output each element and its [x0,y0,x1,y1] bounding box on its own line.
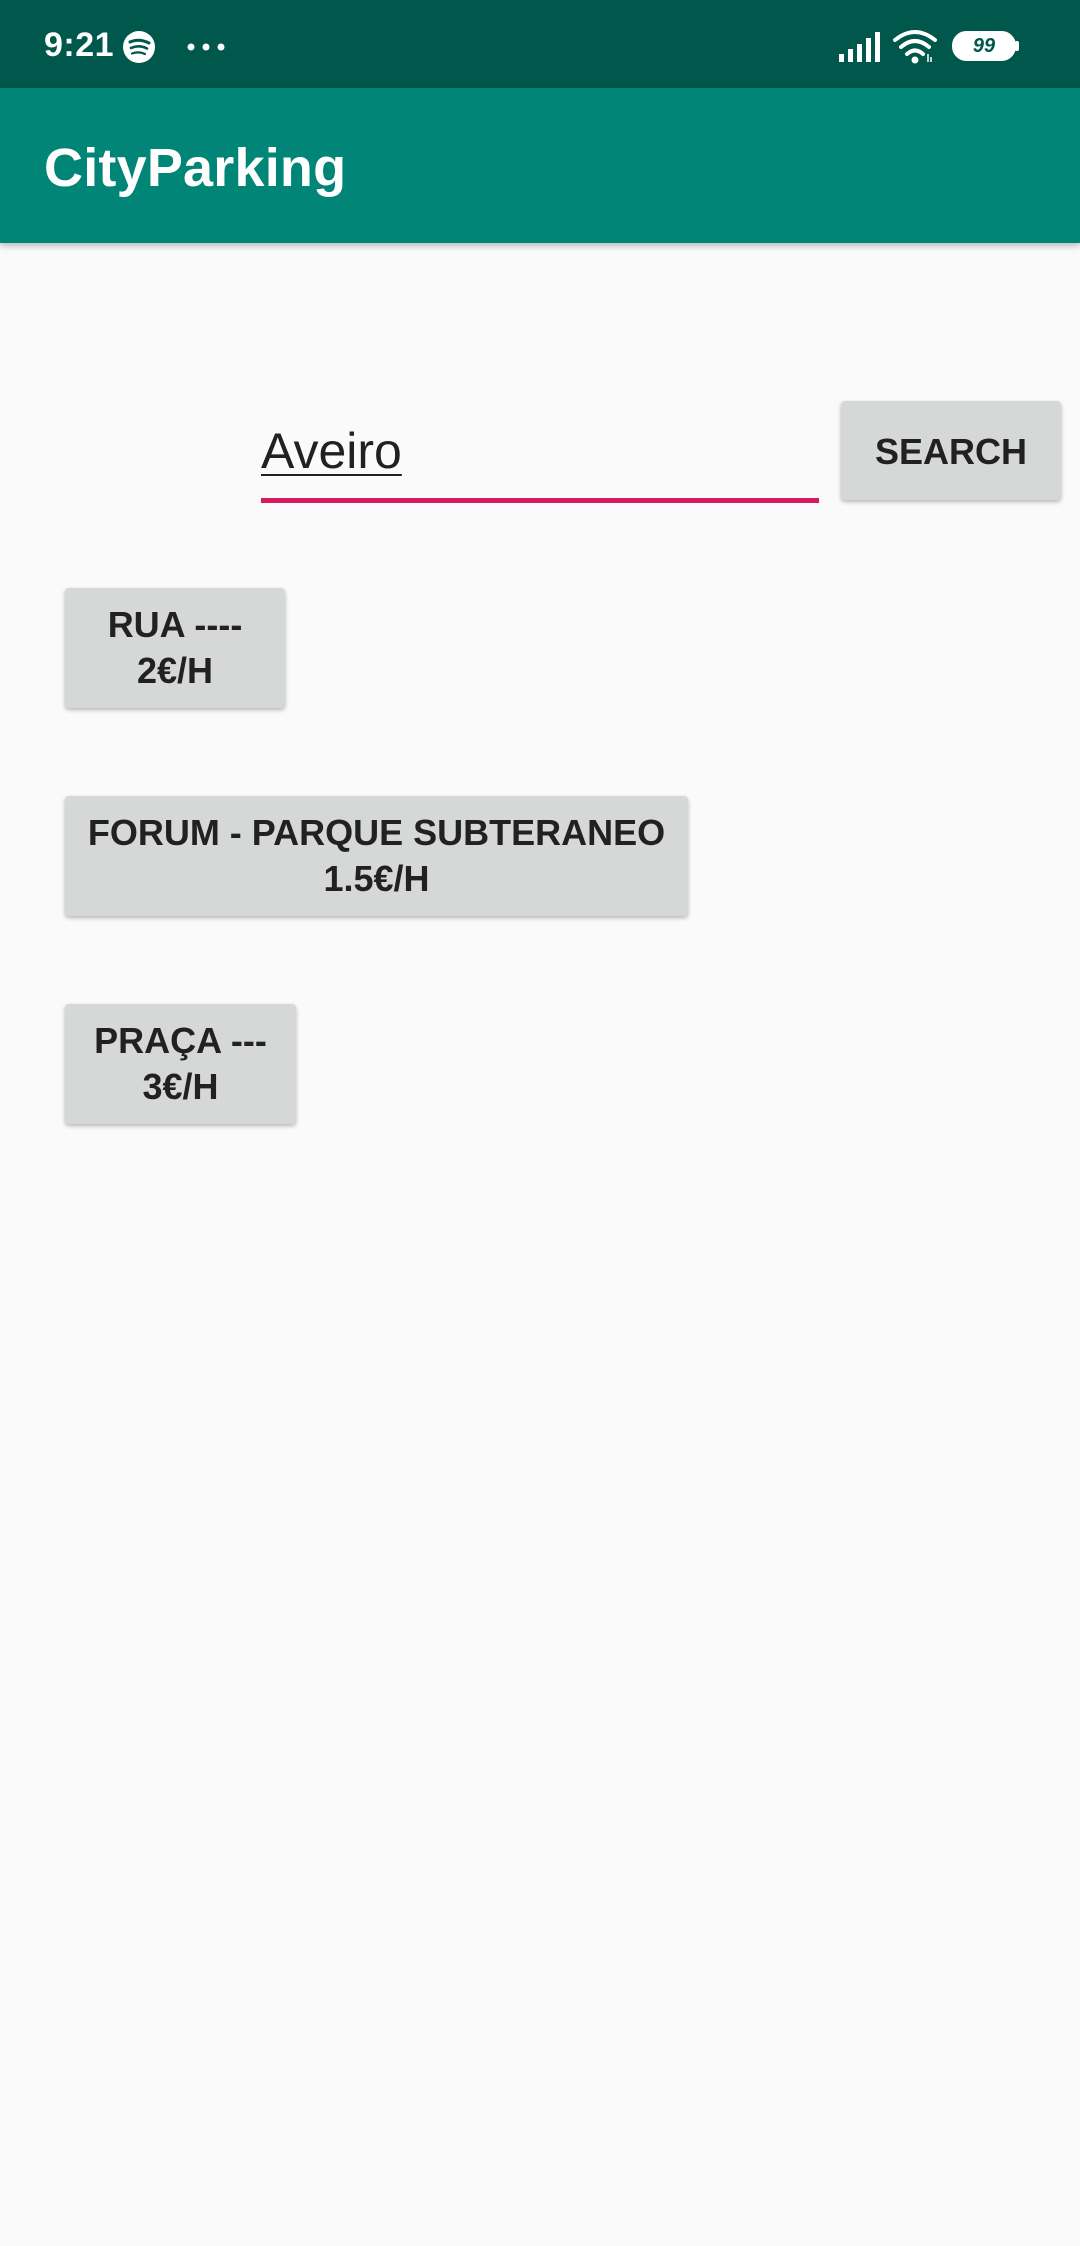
app-bar: CityParking [0,88,1080,243]
parking-result-button[interactable]: RUA ---- 2€/H [65,588,285,708]
parking-result-button[interactable]: FORUM - PARQUE SUBTERANEO 1.5€/H [65,796,688,916]
search-input[interactable]: Aveiro [261,418,819,503]
search-input-value: Aveiro [261,423,402,479]
parking-price: 3€/H [142,1066,219,1107]
parking-name: PRAÇA --- [94,1020,267,1061]
wifi-icon [893,30,937,64]
battery-level: 99 [972,35,996,57]
app-title: CityParking [44,138,347,198]
parking-price: 1.5€/H [323,858,430,899]
more-icon [187,43,225,51]
parking-name: RUA ---- [107,604,243,645]
status-bar: 9:21 99 [0,0,1080,88]
parking-name: FORUM - PARQUE SUBTERANEO [87,812,666,853]
parking-price: 2€/H [136,650,214,691]
spotify-icon [123,31,155,63]
signal-icon [839,32,880,62]
parking-result-button[interactable]: PRAÇA --- 3€/H [65,1004,296,1124]
search-button[interactable]: SEARCH [841,401,1061,500]
status-time: 9:21 [44,26,115,64]
battery-icon: 99 [952,31,1020,61]
